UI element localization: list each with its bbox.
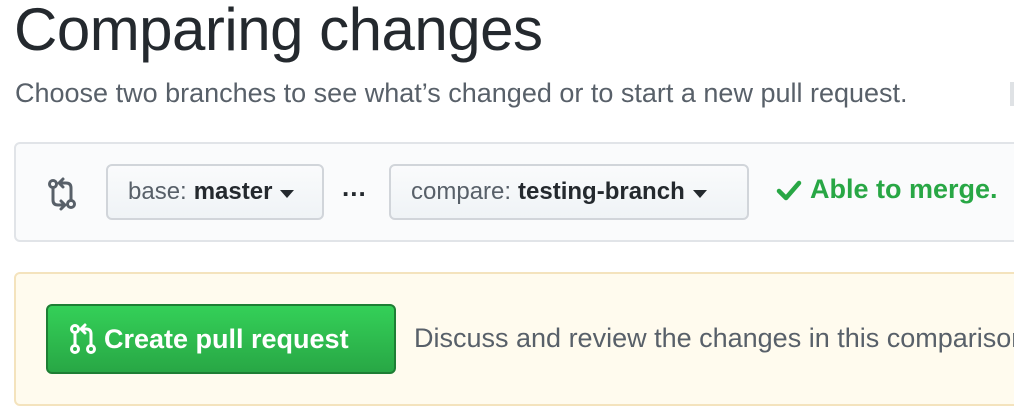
- truncated-glyph: [1010, 82, 1014, 106]
- git-compare-icon: [48, 177, 76, 211]
- merge-status-text: Able to merge.: [810, 174, 998, 204]
- base-branch-name: master: [193, 178, 273, 205]
- merge-status: Able to merge.: [776, 174, 998, 205]
- create-pull-request-button[interactable]: Create pull request: [46, 304, 396, 374]
- create-pr-notice: Create pull request Discuss and review t…: [14, 272, 1014, 406]
- pr-description: Discuss and review the changes in this c…: [414, 323, 1014, 353]
- chevron-down-icon: [280, 189, 295, 198]
- git-pull-request-icon: [70, 323, 96, 354]
- range-separator: ...: [342, 172, 367, 202]
- compare-branch-select[interactable]: compare: testing-branch: [389, 164, 749, 220]
- chevron-down-icon: [692, 189, 707, 198]
- base-branch-select[interactable]: base: master: [106, 164, 324, 220]
- check-icon: [776, 180, 802, 200]
- compare-page: Comparing changes Choose two branches to…: [0, 0, 1014, 410]
- page-title: Comparing changes: [14, 0, 543, 63]
- create-pull-request-label: Create pull request: [104, 323, 349, 354]
- compare-branch-name: testing-branch: [518, 178, 685, 205]
- compare-prefix: compare:: [411, 178, 512, 205]
- range-editor: base: master ... compare: testing-branch…: [14, 142, 1014, 242]
- page-subtitle: Choose two branches to see what’s change…: [15, 78, 908, 108]
- base-prefix: base:: [128, 178, 187, 205]
